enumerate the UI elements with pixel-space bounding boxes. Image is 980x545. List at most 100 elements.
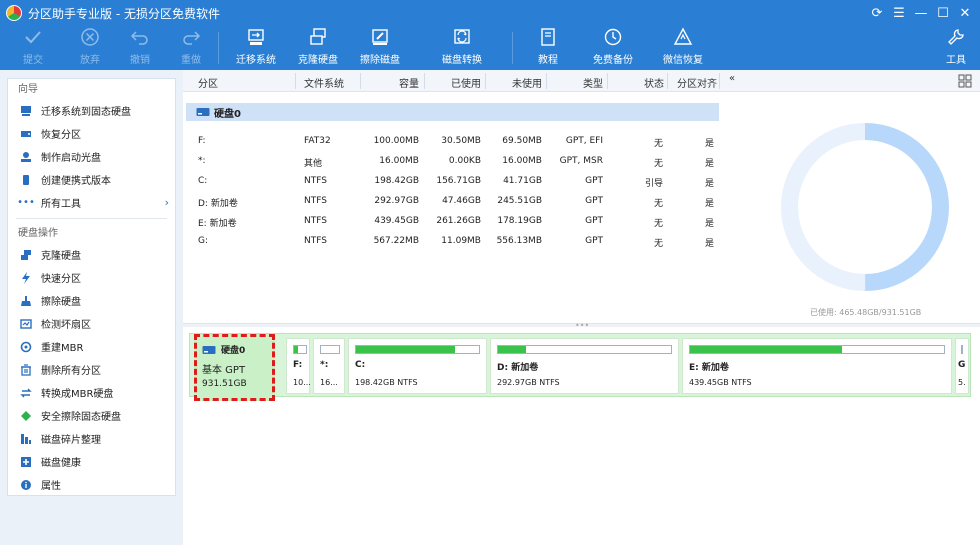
migrate-os-button[interactable]: 迁移系统 <box>236 26 276 70</box>
close-circle-icon <box>79 26 101 48</box>
tools-icon <box>945 26 967 48</box>
sidebar-item-migrate-ssd[interactable]: 迁移系统到固态硬盘 <box>8 99 175 122</box>
recovery-icon <box>672 26 694 48</box>
wipe-icon <box>20 295 32 307</box>
cell-cap: 439.45GB <box>374 216 419 226</box>
sidebar-item-disk-health[interactable]: 磁盘健康 <box>8 450 175 473</box>
undo-icon <box>129 26 151 48</box>
splitter-grip-icon: ••• <box>575 321 590 330</box>
col-header-partition[interactable]: 分区 <box>198 75 218 90</box>
sidebar-item-rebuild-mbr[interactable]: 重建MBR <box>8 335 175 358</box>
partition-block-msr[interactable]: *: 16... <box>313 338 345 394</box>
table-row[interactable]: D: 新加卷 NTFS 292.97GB 47.46GB 245.51GB GPT 无 是 <box>183 192 723 212</box>
disk-group-row[interactable]: 硬盘0 <box>186 103 719 121</box>
cell-align: 是 <box>704 159 714 169</box>
disk-card-type: 基本 GPT <box>202 365 246 376</box>
window-controls: ⟳ ☰ — ☐ ✕ <box>866 0 976 26</box>
clone-disk-icon <box>307 26 329 48</box>
restore-partition-icon <box>20 128 32 140</box>
window-title: 分区助手专业版 - 无损分区免费软件 <box>28 6 220 21</box>
tools-button[interactable]: 工具 <box>945 26 967 70</box>
check-icon <box>22 26 44 48</box>
table-row[interactable]: C: NTFS 198.42GB 156.71GB 41.71GB GPT 引导 是 <box>183 172 723 192</box>
cell-fs: NTFS <box>304 196 327 206</box>
disk-convert-button[interactable]: 磁盘转换 <box>442 26 482 70</box>
col-header-free[interactable]: 未使用 <box>512 75 542 90</box>
cell-used: 0.00KB <box>448 156 481 166</box>
close-icon[interactable]: ✕ <box>954 6 976 21</box>
wechat-recovery-button[interactable]: 微信恢复 <box>663 26 703 70</box>
col-header-status[interactable]: 状态 <box>644 75 664 90</box>
wipe-disk-icon <box>369 26 391 48</box>
cell-free: 41.71GB <box>503 176 542 186</box>
minimize-icon[interactable]: — <box>910 6 932 21</box>
partition-block-g[interactable]: G 5. <box>955 338 969 394</box>
sidebar-item-convert-mbr[interactable]: 转换成MBR硬盘 <box>8 381 175 404</box>
disk-card-name: 硬盘0 <box>221 346 246 356</box>
col-header-filesystem[interactable]: 文件系统 <box>304 75 344 90</box>
layout-toggle-icon[interactable] <box>958 74 972 88</box>
sidebar-item-bad-sector[interactable]: 检测坏扇区 <box>8 312 175 335</box>
cell-cap: 100.00MB <box>373 136 419 146</box>
usage-bar-fill <box>356 346 455 353</box>
partition-block-e[interactable]: E: 新加卷 439.45GB NTFS <box>682 338 952 394</box>
delete-all-icon <box>20 363 32 376</box>
partition-block-c[interactable]: C: 198.42GB NTFS <box>348 338 487 394</box>
col-header-used[interactable]: 已使用 <box>451 75 481 90</box>
panel-splitter[interactable]: ••• <box>183 321 980 330</box>
col-header-alignment[interactable]: 分区对齐 <box>677 75 717 90</box>
tutorial-button[interactable]: 教程 <box>537 26 559 70</box>
cell-free: 556.13MB <box>496 236 542 246</box>
partition-block-d[interactable]: D: 新加卷 292.97GB NTFS <box>490 338 679 394</box>
discard-button[interactable]: 放弃 <box>79 26 101 70</box>
undo-button[interactable]: 撤销 <box>129 26 151 70</box>
maximize-icon[interactable]: ☐ <box>932 6 954 21</box>
cell-used: 11.09MB <box>441 236 481 246</box>
cell-fs: NTFS <box>304 236 327 246</box>
sidebar-item-delete-all[interactable]: 删除所有分区 <box>8 358 175 381</box>
clone-disk-button[interactable]: 克隆硬盘 <box>298 26 338 70</box>
collapse-panel-icon[interactable]: « <box>729 73 735 84</box>
sidebar-item-restore-partition[interactable]: 恢复分区 <box>8 122 175 145</box>
sidebar-item-secure-erase[interactable]: 安全擦除固态硬盘 <box>8 404 175 427</box>
table-row[interactable]: F: FAT32 100.00MB 30.50MB 69.50MB GPT, EFI 无 是 <box>183 132 723 152</box>
rebuild-mbr-icon <box>20 341 32 353</box>
commit-button[interactable]: 提交 <box>22 26 44 70</box>
cell-cap: 198.42GB <box>374 176 419 186</box>
menu-icon[interactable]: ☰ <box>888 6 910 21</box>
sidebar-item-bootable-media[interactable]: 制作启动光盘 <box>8 145 175 168</box>
cell-status: 引导 <box>644 179 663 189</box>
chevron-right-icon: › <box>164 196 169 209</box>
disk-map: F: 10... *: 16... C: 198.42GB NTFS D: 新加… <box>189 333 971 397</box>
usage-text: 已使用: 465.48GB/931.51GB <box>810 308 922 317</box>
disk-icon <box>196 108 210 116</box>
sidebar-item-wipe-disk[interactable]: 擦除硬盘 <box>8 289 175 312</box>
sidebar-item-portable-version[interactable]: 创建便携式版本 <box>8 168 175 191</box>
table-row[interactable]: *: 其他 16.00MB 0.00KB 16.00MB GPT, MSR 无 是 <box>183 152 723 172</box>
partition-block-f[interactable]: F: 10... <box>286 338 311 394</box>
cell-used: 30.50MB <box>441 136 481 146</box>
sidebar-item-quick-partition[interactable]: 快速分区 <box>8 266 175 289</box>
table-row[interactable]: G: NTFS 567.22MB 11.09MB 556.13MB GPT 无 是 <box>183 232 723 252</box>
sidebar-item-clone-disk[interactable]: 克隆硬盘 <box>8 243 175 266</box>
cell-align: 是 <box>704 179 714 189</box>
col-header-type[interactable]: 类型 <box>583 75 603 90</box>
clone-icon <box>20 249 32 261</box>
sidebar-item-properties[interactable]: 属性 <box>8 473 175 496</box>
cell-type: GPT, EFI <box>565 136 603 146</box>
sidebar-section-disk-ops: 硬盘操作 <box>18 228 58 239</box>
refresh-icon[interactable]: ⟳ <box>866 6 888 21</box>
table-row[interactable]: E: 新加卷 NTFS 439.45GB 261.26GB 178.19GB GPT 无 是 <box>183 212 723 232</box>
wipe-disk-button[interactable]: 擦除磁盘 <box>360 26 400 70</box>
cell-free: 178.19GB <box>497 216 542 226</box>
usage-bar-fill <box>498 346 526 353</box>
cell-fs: NTFS <box>304 216 327 226</box>
cell-used: 156.71GB <box>436 176 481 186</box>
redo-button[interactable]: 重做 <box>180 26 202 70</box>
sidebar-item-defrag[interactable]: 磁盘碎片整理 <box>8 427 175 450</box>
col-header-capacity[interactable]: 容量 <box>399 75 419 90</box>
disk-card-selected[interactable]: 硬盘0 基本 GPT 931.51GB <box>194 334 275 401</box>
sidebar-item-all-tools[interactable]: ••• 所有工具 › <box>8 191 175 214</box>
free-backup-button[interactable]: 免费备份 <box>593 26 633 70</box>
cell-align: 是 <box>704 199 714 209</box>
